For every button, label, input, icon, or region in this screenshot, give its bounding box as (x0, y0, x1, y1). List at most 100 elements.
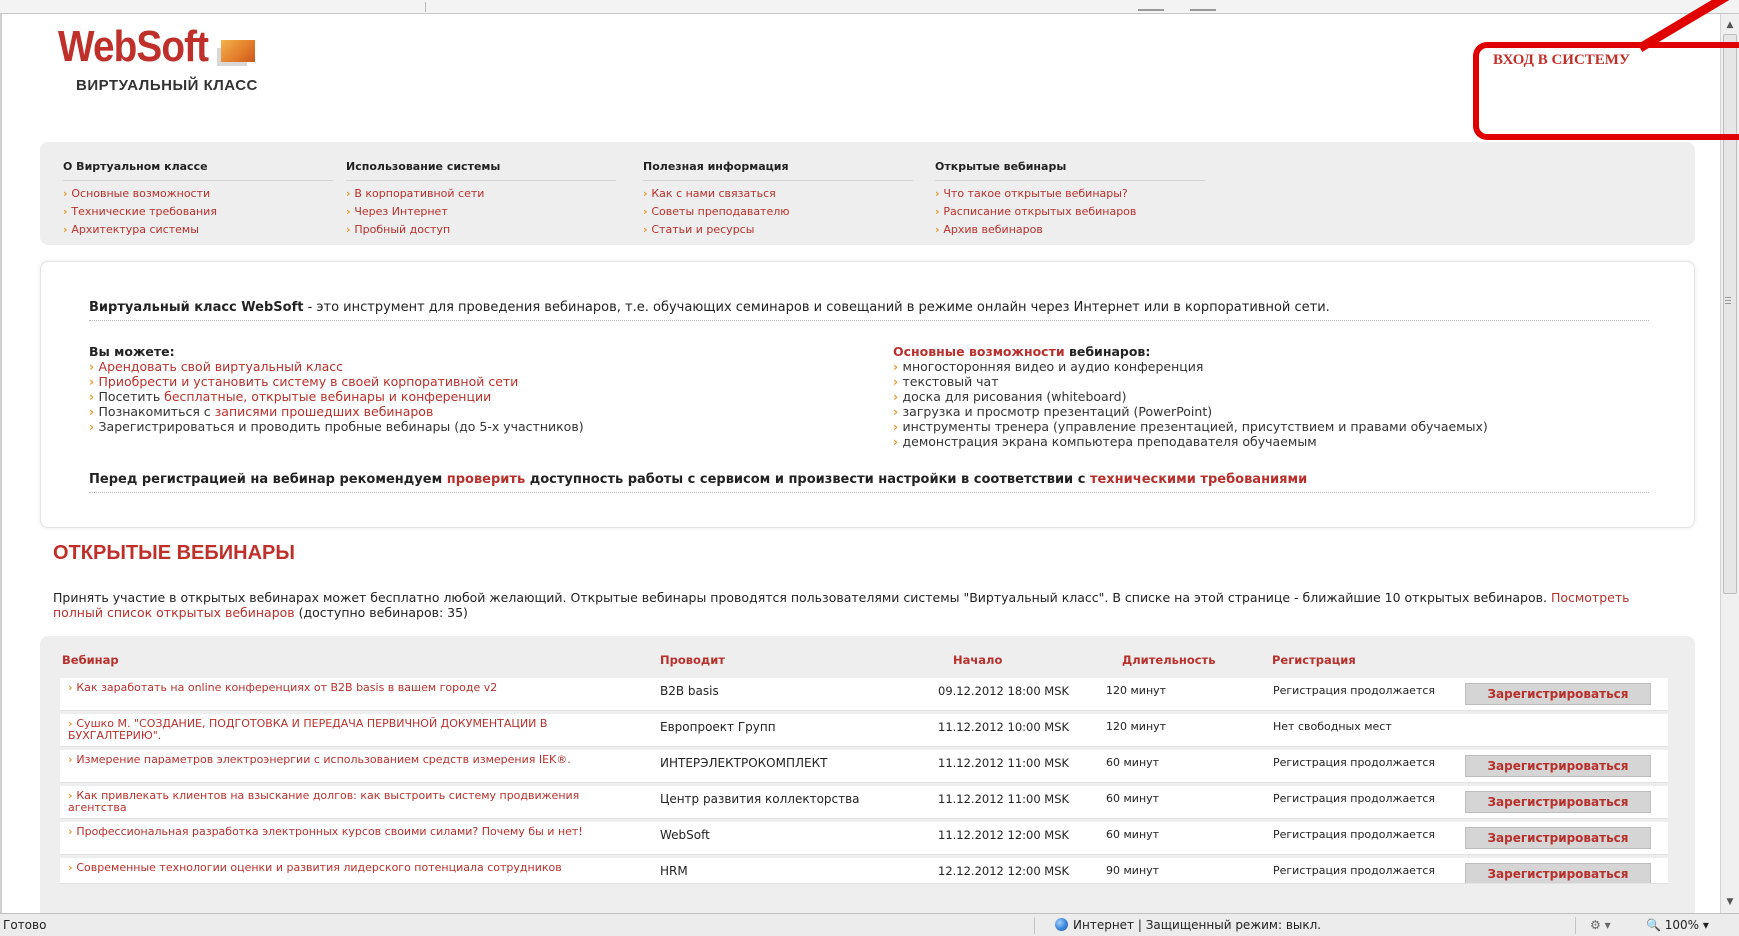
annotation-arrow-icon (1637, 0, 1730, 52)
scroll-grip-icon (1725, 300, 1731, 301)
webinar-start: 09.12.2012 18:00 MSK (938, 684, 1070, 698)
tech-requirements-link[interactable]: техническими требованиями (1090, 472, 1307, 487)
register-button[interactable]: Зарегистрироваться (1465, 791, 1651, 813)
nav-heading: Полезная информация (643, 160, 913, 181)
list-item: инструменты тренера (управление презента… (893, 419, 1488, 434)
webinar-duration: 90 минут (1106, 864, 1160, 877)
table-row: Измерение параметров электроэнергии с ис… (60, 750, 1668, 783)
features-list: Основные возможности вебинаров: многосто… (893, 344, 1488, 449)
vertical-scrollbar[interactable]: ▲ ▼ (1720, 14, 1739, 913)
status-text: Готово (3, 918, 47, 932)
registration-status: Регистрация продолжается (1273, 756, 1436, 769)
webinar-start: 11.12.2012 10:00 MSK (938, 720, 1070, 734)
check-link[interactable]: проверить (447, 472, 525, 487)
nav-column-webinars: Открытые вебинары Что такое открытые веб… (935, 160, 1205, 239)
webinar-host: ИНТЕРЭЛЕКТРОКОМПЛЕКТ (660, 756, 828, 770)
nav-link[interactable]: Статьи и ресурсы (643, 221, 913, 239)
table-row: Как привлекать клиентов на взыскание дол… (60, 786, 1668, 819)
table-row: Современные технологии оценки и развития… (60, 858, 1668, 884)
scroll-down-icon[interactable]: ▼ (1721, 893, 1739, 911)
list-link[interactable]: записями прошедших вебинаров (215, 404, 434, 419)
list-item: Познакомиться с записями прошедших вебин… (89, 404, 584, 419)
webinar-start: 11.12.2012 11:00 MSK (938, 792, 1070, 806)
webinar-duration: 120 минут (1106, 684, 1167, 697)
nav-link[interactable]: Как с нами связаться (643, 185, 913, 203)
webinar-title-link[interactable]: Измерение параметров электроэнергии с ис… (68, 754, 628, 766)
nav-heading: Использование системы (346, 160, 616, 181)
nav-link[interactable]: Советы преподавателю (643, 203, 913, 221)
nav-column-usage: Использование системы В корпоративной се… (346, 160, 616, 239)
webinar-start: 11.12.2012 12:00 MSK (938, 828, 1070, 842)
column-header-duration[interactable]: Длительность (1122, 653, 1215, 667)
registration-note: Перед регистрацией на вебинар рекомендуе… (89, 472, 1649, 493)
nav-column-info: Полезная информация Как с нами связаться… (643, 160, 913, 239)
registration-status: Регистрация продолжается (1273, 864, 1436, 877)
nav-link[interactable]: Что такое открытые вебинары? (935, 185, 1205, 203)
webinar-host: HRM (660, 864, 688, 878)
list-item: многосторонняя видео и аудио конференция (893, 359, 1488, 374)
list-link[interactable]: Приобрести и установить систему в своей … (99, 374, 519, 389)
webinar-duration: 120 минут (1106, 720, 1167, 733)
webinar-duration: 60 минут (1106, 792, 1160, 805)
nav-link[interactable]: Архив вебинаров (935, 221, 1205, 239)
zoom-level[interactable]: 🔍 100% ▾ (1646, 918, 1709, 932)
webinar-title-link[interactable]: Профессиональная разработка электронных … (68, 826, 628, 838)
webinar-title-link[interactable]: Современные технологии оценки и развития… (68, 862, 628, 874)
register-button[interactable]: Зарегистрироваться (1465, 827, 1651, 849)
status-separator (1034, 917, 1035, 934)
registration-status: Регистрация продолжается (1273, 828, 1436, 841)
scroll-grip-icon (1725, 297, 1731, 298)
intro-text: Виртуальный класс WebSoft - это инструме… (89, 300, 1649, 321)
addons-dropdown-icon[interactable]: ⚙ ▾ (1590, 918, 1611, 932)
list-link[interactable]: бесплатные, открытые вебинары и конферен… (164, 389, 491, 404)
webinar-title-link[interactable]: Как привлекать клиентов на взыскание дол… (68, 790, 628, 814)
table-row: Как заработать на online конференциях от… (60, 678, 1668, 711)
nav-link[interactable]: Основные возможности (63, 185, 333, 203)
list-item: текстовый чат (893, 374, 1488, 389)
table-row: Профессиональная разработка электронных … (60, 822, 1668, 855)
nav-link[interactable]: Архитектура системы (63, 221, 333, 239)
nav-link[interactable]: Технические требования (63, 203, 333, 221)
list-item: Посетить бесплатные, открытые вебинары и… (89, 389, 584, 404)
nav-link[interactable]: Пробный доступ (346, 221, 616, 239)
list-item: Арендовать свой виртуальный класс (89, 359, 584, 374)
nav-column-about: О Виртуальном классе Основные возможност… (63, 160, 333, 239)
register-button[interactable]: Зарегистрироваться (1465, 863, 1651, 883)
webinar-start: 12.12.2012 12:00 MSK (938, 864, 1070, 878)
section-title: ОТКРЫТЫЕ ВЕБИНАРЫ (53, 542, 295, 564)
features-link[interactable]: Основные возможности (893, 344, 1065, 359)
nav-link[interactable]: Расписание открытых вебинаров (935, 203, 1205, 221)
browser-status-bar: Готово Интернет | Защищенный режим: выкл… (0, 913, 1739, 936)
you-can-heading: Вы можете: (89, 344, 175, 359)
main-navigation: О Виртуальном классе Основные возможност… (40, 142, 1695, 245)
nav-link[interactable]: В корпоративной сети (346, 185, 616, 203)
nav-link[interactable]: Через Интернет (346, 203, 616, 221)
column-header-start[interactable]: Начало (953, 653, 1002, 667)
list-link[interactable]: Арендовать свой виртуальный класс (99, 359, 343, 374)
column-header-host[interactable]: Проводит (660, 653, 725, 667)
registration-status: Регистрация продолжается (1273, 684, 1436, 697)
webinar-host: Европроект Групп (660, 720, 776, 734)
intro-bold: Виртуальный класс WebSoft (89, 300, 304, 315)
register-button[interactable]: Зарегистрироваться (1465, 755, 1651, 777)
webinar-start: 11.12.2012 11:00 MSK (938, 756, 1070, 770)
list-item: демонстрация экрана компьютера преподава… (893, 434, 1488, 449)
list-item: Зарегистрироваться и проводить пробные в… (89, 419, 584, 434)
webinar-duration: 60 минут (1106, 828, 1160, 841)
webinar-host: B2B basis (660, 684, 719, 698)
list-item: доска для рисования (whiteboard) (893, 389, 1488, 404)
table-row: Сушко М. "СОЗДАНИЕ, ПОДГОТОВКА И ПЕРЕДАЧ… (60, 714, 1668, 747)
globe-icon (1055, 918, 1068, 931)
nav-heading: О Виртуальном классе (63, 160, 333, 181)
webinar-duration: 60 минут (1106, 756, 1160, 769)
list-item: загрузка и просмотр презентаций (PowerPo… (893, 404, 1488, 419)
webinar-title-link[interactable]: Сушко М. "СОЗДАНИЕ, ПОДГОТОВКА И ПЕРЕДАЧ… (68, 718, 628, 742)
security-zone[interactable]: Интернет | Защищенный режим: выкл. (1055, 918, 1321, 932)
column-header-registration[interactable]: Регистрация (1272, 653, 1356, 667)
list-item: Приобрести и установить систему в своей … (89, 374, 584, 389)
annotation-arrow-line (1637, 0, 1730, 52)
column-header-webinar[interactable]: Вебинар (62, 653, 119, 667)
webinar-title-link[interactable]: Как заработать на online конференциях от… (68, 682, 628, 694)
registration-status: Нет свободных мест (1273, 720, 1392, 733)
register-button[interactable]: Зарегистрироваться (1465, 683, 1651, 705)
